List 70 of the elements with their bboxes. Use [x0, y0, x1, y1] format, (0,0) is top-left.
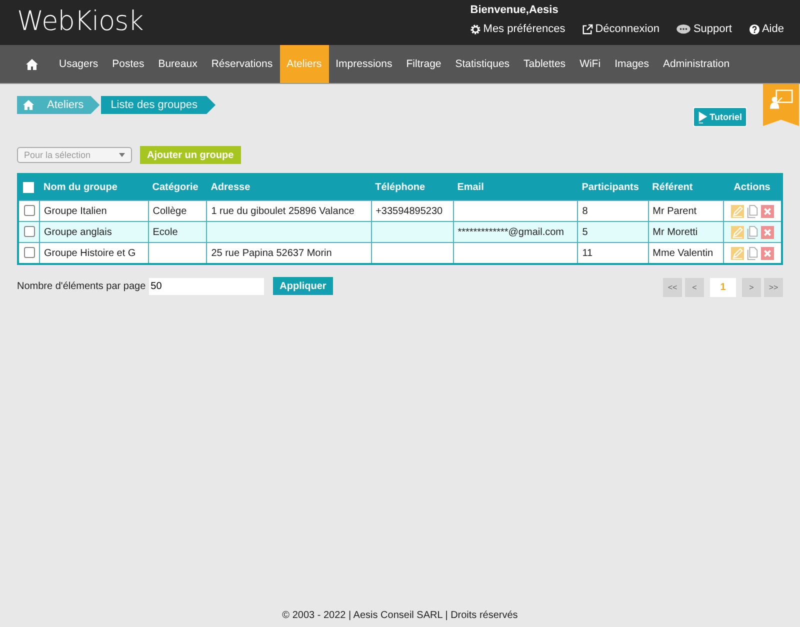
- table-cell: Groupe Histoire et G: [44, 248, 136, 258]
- tutorial-ribbon[interactable]: [763, 84, 799, 126]
- nav-tab[interactable]: Statistiques: [448, 45, 517, 83]
- pager-nav-button[interactable]: <<: [663, 278, 682, 297]
- header-link[interactable]: Support: [676, 23, 732, 35]
- home-icon: [26, 58, 38, 70]
- table-cell: Groupe anglais: [44, 226, 112, 238]
- column-header: Catégorie: [148, 174, 207, 200]
- home-icon: [23, 100, 34, 110]
- table-cell: Groupe Italien: [44, 206, 107, 216]
- nav-tab[interactable]: Usagers: [52, 45, 106, 83]
- copy-icon[interactable]: [746, 246, 759, 260]
- chat-bubble-icon: [676, 24, 692, 34]
- footer-text: © 2003 - 2022 | Aesis Conseil SARL | Droits réservés: [281, 610, 519, 623]
- column-header: Nom du groupe: [40, 174, 148, 200]
- nav-tab[interactable]: Tablettes: [516, 45, 573, 83]
- header-link[interactable]: Déconnexion: [582, 23, 660, 35]
- table-cell: 25 rue Papina 52637 Morin: [211, 248, 332, 258]
- nav-tab[interactable]: WiFi: [572, 45, 608, 83]
- welcome-text: Bienvenue,Aesis: [470, 4, 560, 16]
- header-link[interactable]: Mes préférences: [470, 23, 566, 35]
- table-cell: Mme Valentin: [652, 248, 714, 258]
- external-link-icon: [582, 24, 594, 34]
- nav-tab[interactable]: Administration: [656, 45, 737, 83]
- edit-icon[interactable]: [730, 226, 744, 238]
- presenter-icon: [769, 89, 793, 110]
- table-cell: Collège: [152, 206, 187, 216]
- column-header: Référent: [648, 174, 724, 200]
- app-logo: WebKiosk: [17, 5, 144, 39]
- edit-icon[interactable]: [730, 246, 744, 260]
- header-link[interactable]: Aide: [748, 23, 784, 35]
- table-cell: Mr Moretti: [652, 226, 698, 238]
- table-cell: 11: [582, 248, 593, 258]
- nav-tab[interactable]: Réservations: [204, 45, 280, 83]
- table-cell: 1 rue du giboulet 25896 Valance: [211, 206, 354, 216]
- nav-tab[interactable]: Postes: [105, 45, 152, 83]
- caret-icon: [119, 153, 125, 157]
- table-cell: *************@gmail.com: [458, 226, 564, 238]
- column-header: Actions: [723, 174, 782, 200]
- column-header: Adresse: [206, 174, 372, 200]
- table-cell: +33594895230: [376, 206, 443, 216]
- row-checkbox[interactable]: [24, 205, 34, 216]
- table-cell: Ecole: [152, 226, 178, 238]
- pager-nav-button[interactable]: >: [742, 278, 761, 297]
- delete-icon[interactable]: [760, 246, 774, 260]
- pager-nav-button[interactable]: <: [685, 278, 704, 297]
- table-cell: 5: [582, 226, 588, 238]
- edit-icon[interactable]: [730, 204, 744, 218]
- column-header: Participants: [578, 174, 648, 200]
- row-checkbox[interactable]: [24, 247, 34, 258]
- column-header: Email: [453, 174, 578, 200]
- table-cell: 8: [582, 206, 588, 216]
- nav-tab[interactable]: Impressions: [328, 45, 400, 83]
- gear-icon: [470, 24, 482, 34]
- copy-icon[interactable]: [746, 204, 759, 218]
- delete-icon[interactable]: [760, 226, 774, 238]
- per-page-label: Nombre d'éléments par page: [17, 280, 146, 292]
- help-icon: [748, 24, 760, 34]
- column-header: Téléphone: [371, 174, 454, 200]
- row-checkbox[interactable]: [24, 226, 34, 238]
- play-icon: [698, 110, 708, 124]
- copy-icon[interactable]: [746, 226, 759, 238]
- nav-tab[interactable]: Images: [608, 45, 656, 83]
- nav-tab[interactable]: Bureaux: [151, 45, 204, 83]
- per-page-field[interactable]: 50: [148, 278, 264, 294]
- pager-nav-button[interactable]: >>: [764, 278, 783, 297]
- nav-tab[interactable]: Filtrage: [399, 45, 448, 83]
- select-all-checkbox[interactable]: [23, 182, 34, 193]
- table-cell: Mr Parent: [652, 206, 697, 216]
- delete-icon[interactable]: [760, 204, 774, 218]
